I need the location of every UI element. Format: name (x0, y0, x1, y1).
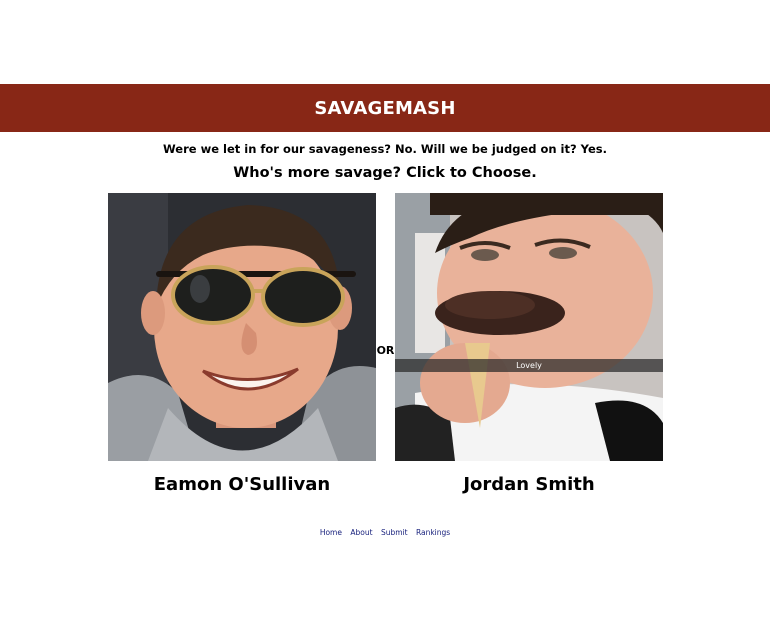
portrait-ice-cream-photo (395, 193, 663, 461)
footer-link-rankings[interactable]: Rankings (416, 528, 450, 537)
contestant-left-photo[interactable] (108, 193, 376, 461)
footer-link-submit[interactable]: Submit (381, 528, 408, 537)
contestant-left-name[interactable]: Eamon O'Sullivan (108, 474, 376, 495)
contestant-right-name[interactable]: Jordan Smith (395, 474, 663, 495)
or-separator: OR (376, 344, 395, 357)
header-banner: SAVAGEMASH (0, 84, 770, 132)
choose-prompt: Who's more savage? Click to Choose. (233, 165, 537, 181)
site-title: SAVAGEMASH (314, 97, 456, 119)
photo-caption: Lovely (516, 361, 542, 370)
contestant-right-photo[interactable]: Lovely (395, 193, 663, 461)
page: SAVAGEMASH Were we let in for our savage… (0, 0, 770, 630)
footer-link-home[interactable]: Home (320, 528, 342, 537)
footer-link-about[interactable]: About (350, 528, 372, 537)
portrait-sunglasses-photo (108, 193, 376, 461)
tagline: Were we let in for our savageness? No. W… (163, 142, 607, 156)
footer-nav: Home About Submit Rankings (0, 528, 770, 537)
